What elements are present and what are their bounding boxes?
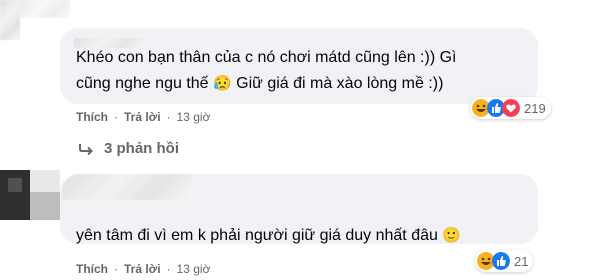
separator-dot: · (114, 110, 118, 124)
comments-section: Khéo con bạn thân của c nó chơi mátd cũn… (0, 0, 607, 280)
comment-text-line-1: Khéo con bạn thân của c nó chơi mátd cũn… (76, 49, 457, 66)
avatar-pixel-block (30, 170, 60, 192)
comment-actions: Thích · Trả lời · 13 giờ (76, 110, 210, 124)
reply-link[interactable]: Trả lời (124, 110, 161, 124)
comment-text: yên tâm đi vì em k phải người giữ giá du… (76, 224, 461, 248)
reaction-summary[interactable]: 21 (475, 250, 534, 272)
avatar[interactable] (0, 0, 20, 40)
reply-link[interactable]: Trả lời (124, 262, 161, 276)
timestamp[interactable]: 13 giờ (177, 262, 211, 276)
reaction-count: 219 (524, 100, 546, 116)
smile-emoji-icon: 🙂 (442, 227, 462, 244)
reaction-summary[interactable]: 219 (470, 97, 551, 119)
comment-text-part: Giữ giá đi mà xào lòng mề :)) (236, 75, 444, 92)
like-link[interactable]: Thích (76, 262, 108, 276)
separator-dot: · (166, 110, 171, 124)
love-icon (502, 99, 520, 117)
censored-author-name (62, 174, 192, 200)
avatar-pixel-block (8, 178, 22, 192)
avatar[interactable] (0, 170, 60, 220)
comment-text-line-2: cũng nghe ngu thế 😥 Giữ giá đi mà xào lò… (76, 72, 443, 96)
separator-dot: · (114, 262, 118, 276)
timestamp[interactable]: 13 giờ (177, 110, 211, 124)
avatar-pixel-block (30, 192, 60, 220)
separator-dot: · (166, 262, 171, 276)
reply-arrow-icon (79, 143, 93, 155)
reaction-count: 21 (514, 253, 529, 269)
view-replies-button[interactable]: 3 phản hồi (78, 140, 179, 157)
like-icon (492, 252, 510, 270)
comment-text-part: yên tâm đi vì em k phải người giữ giá du… (76, 227, 438, 244)
view-replies-label: 3 phản hồi (104, 140, 179, 157)
censor-blur (20, 0, 70, 18)
comment-text-part: cũng nghe ngu thế (76, 75, 209, 92)
like-link[interactable]: Thích (76, 110, 108, 124)
sad-emoji-icon: 😥 (213, 75, 232, 92)
comment-actions: Thích · Trả lời · 13 giờ (76, 262, 210, 276)
